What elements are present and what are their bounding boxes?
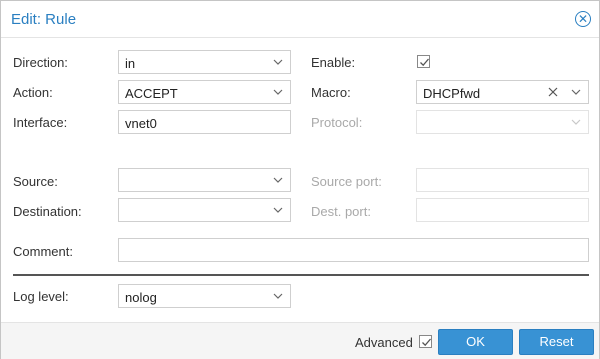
close-icon[interactable]: ✕: [575, 11, 591, 27]
chevron-down-icon[interactable]: [271, 55, 285, 69]
advanced-divider: [13, 274, 589, 276]
reset-button[interactable]: Reset: [519, 329, 594, 355]
chevron-down-icon[interactable]: [271, 289, 285, 303]
checkmark-icon: [420, 58, 429, 67]
clear-icon[interactable]: [546, 85, 560, 99]
chevron-down-icon[interactable]: [569, 85, 583, 99]
interface-value: vnet0: [125, 116, 157, 131]
chevron-down-icon[interactable]: [271, 203, 285, 217]
action-value: ACCEPT: [125, 86, 178, 101]
chevron-down-icon[interactable]: [271, 85, 285, 99]
enable-label: Enable:: [311, 55, 356, 70]
checkmark-icon: [422, 338, 431, 347]
enable-checkbox[interactable]: [417, 55, 430, 68]
comment-input[interactable]: [118, 238, 589, 262]
source-label: Source:: [13, 174, 58, 189]
dialog-title: Edit: Rule: [11, 11, 77, 28]
interface-input[interactable]: vnet0: [118, 110, 291, 134]
chevron-down-icon[interactable]: [271, 173, 285, 187]
action-label: Action:: [13, 85, 53, 100]
advanced-label: Advanced: [355, 335, 413, 350]
destination-label: Destination:: [13, 204, 82, 219]
chevron-down-icon: [569, 115, 583, 129]
log-level-value: nolog: [125, 290, 157, 305]
macro-select[interactable]: DHCPfwd: [416, 80, 589, 104]
source-port-label: Source port:: [311, 174, 382, 189]
protocol-select[interactable]: [416, 110, 589, 134]
source-port-input[interactable]: [416, 168, 589, 192]
macro-value: DHCPfwd: [423, 86, 481, 101]
source-select[interactable]: [118, 168, 291, 192]
dest-port-input[interactable]: [416, 198, 589, 222]
action-select[interactable]: ACCEPT: [118, 80, 291, 104]
protocol-label: Protocol:: [311, 115, 363, 130]
dialog-titlebar: Edit: Rule ✕: [1, 1, 599, 37]
dialog-footer: Advanced OK Reset: [1, 322, 599, 359]
advanced-checkbox[interactable]: [419, 335, 432, 348]
macro-label: Macro:: [311, 85, 351, 100]
ok-button[interactable]: OK: [438, 329, 513, 355]
log-level-label: Log level:: [13, 289, 69, 304]
log-level-select[interactable]: nolog: [118, 284, 291, 308]
interface-label: Interface:: [13, 115, 68, 130]
destination-select[interactable]: [118, 198, 291, 222]
dialog-body: Direction: in Action: ACCEPT Interface: …: [1, 37, 599, 323]
direction-label: Direction:: [13, 55, 68, 70]
direction-value: in: [125, 56, 136, 71]
edit-rule-dialog: Edit: Rule ✕ Direction: in Action: ACCEP…: [0, 0, 600, 359]
dest-port-label: Dest. port:: [311, 204, 371, 219]
comment-label: Comment:: [13, 244, 73, 259]
direction-select[interactable]: in: [118, 50, 291, 74]
